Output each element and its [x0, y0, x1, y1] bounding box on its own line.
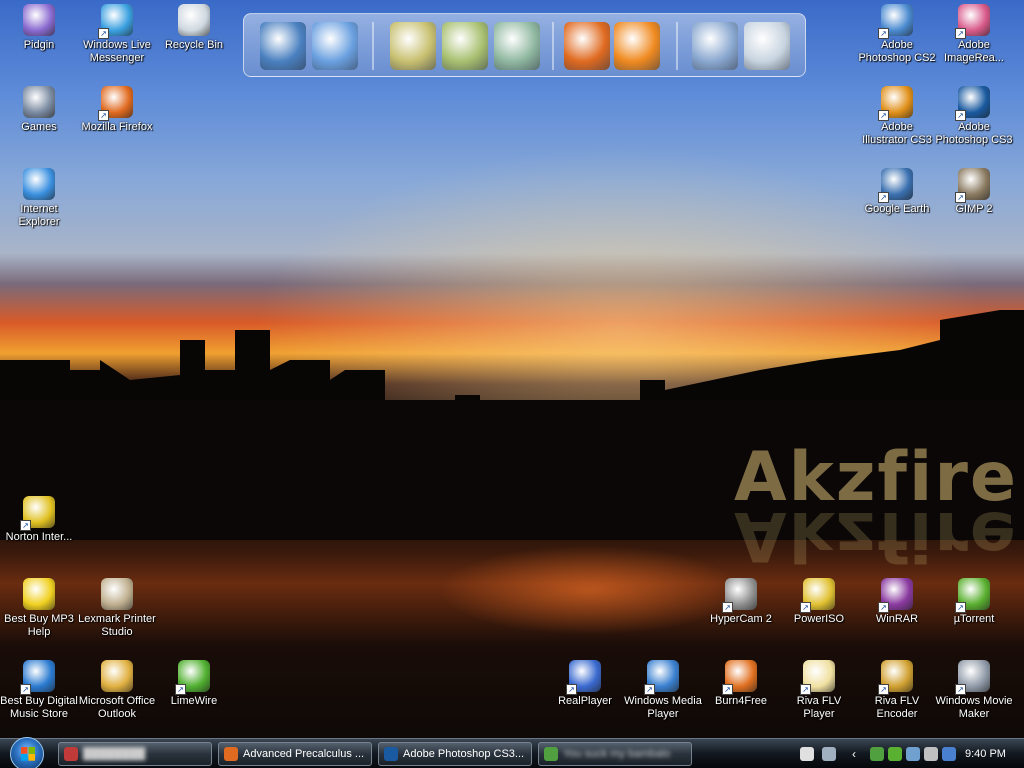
music-store-icon: ↗	[20, 660, 55, 695]
recycle-bin-icon[interactable]	[744, 22, 790, 70]
dock-separator	[676, 22, 678, 70]
chevron-left-icon[interactable]: ‹	[852, 747, 866, 761]
desktop-icon-pidgin[interactable]: Pidgin	[0, 4, 78, 52]
photoshop-cs2-icon: ↗	[878, 4, 913, 39]
app-icon	[64, 747, 78, 761]
pidgin-icon	[23, 4, 55, 36]
firefox-icon[interactable]	[564, 22, 610, 70]
help-icon[interactable]	[800, 747, 814, 761]
taskbar-clock[interactable]: 9:40 PM	[965, 739, 1006, 768]
quick-launch-dock	[243, 13, 806, 77]
control-panel-icon[interactable]	[312, 22, 358, 70]
taskbar: ████████ Advanced Precalculus ... Adobe …	[0, 737, 1024, 768]
desktop-icon-games[interactable]: Games	[0, 86, 78, 134]
desktop-icon-hypercam[interactable]: ↗ HyperCam 2	[702, 578, 780, 626]
illustrator-icon: ↗	[878, 86, 913, 121]
messenger-tray-icon[interactable]	[870, 747, 884, 761]
taskbar-button-firefox[interactable]: Advanced Precalculus ...	[218, 742, 372, 766]
desktop-icon-realplayer[interactable]: ↗ RealPlayer	[546, 660, 624, 708]
start-button[interactable]	[10, 737, 44, 768]
google-earth-icon: ↗	[878, 168, 913, 203]
recycle-bin-icon	[178, 4, 210, 36]
desktop-icon-internet-explorer[interactable]: Internet Explorer	[0, 168, 78, 229]
burn4free-icon: ↗	[722, 660, 757, 695]
media-player-icon: ↗	[644, 660, 679, 695]
desktop-icon-illustrator[interactable]: ↗ Adobe Illustrator CS3	[858, 86, 936, 147]
desktop-icon-recycle-bin[interactable]: Recycle Bin	[155, 4, 233, 52]
utorrent-tray-icon[interactable]	[888, 747, 902, 761]
desktop-icon-movie-maker[interactable]: ↗ Windows Movie Maker	[935, 660, 1013, 721]
winrar-icon: ↗	[878, 578, 913, 613]
realplayer-icon: ↗	[566, 660, 601, 695]
poweriso-icon: ↗	[800, 578, 835, 613]
music-folder-icon[interactable]	[494, 22, 540, 70]
riva-player-icon: ↗	[800, 660, 835, 695]
taskbar-button-blurred-app[interactable]: ████████	[58, 742, 212, 766]
norton-icon: ↗	[20, 496, 55, 531]
imageready-icon: ↗	[955, 4, 990, 39]
utorrent-icon: ↗	[955, 578, 990, 613]
firefox-icon: ↗	[98, 86, 133, 121]
desktop-icon-bestbuy-mp3[interactable]: Best Buy MP3 Help	[0, 578, 78, 639]
desktop-icon-winrar[interactable]: ↗ WinRAR	[858, 578, 936, 626]
media-player-icon[interactable]	[614, 22, 660, 70]
desktop-icon-imageready[interactable]: ↗ Adobe ImageRea...	[935, 4, 1013, 65]
desktop-icon-utorrent[interactable]: ↗ µTorrent	[935, 578, 1013, 626]
desktop-icon-limewire[interactable]: ↗ LimeWire	[155, 660, 233, 708]
pictures-folder-icon[interactable]	[442, 22, 488, 70]
desktop-icon-riva-encoder[interactable]: ↗ Riva FLV Encoder	[858, 660, 936, 721]
network-icon[interactable]	[822, 747, 836, 761]
bestbuy-icon	[23, 578, 55, 610]
desktop-icon-photoshop-cs3[interactable]: ↗ Adobe Photoshop CS3	[935, 86, 1013, 147]
antivirus-tray-icon[interactable]	[924, 747, 938, 761]
outlook-icon	[101, 660, 133, 692]
desktop-icon-media-player[interactable]: ↗ Windows Media Player	[624, 660, 702, 721]
desktop-icon-riva-player[interactable]: ↗ Riva FLV Player	[780, 660, 858, 721]
desktop-icon-norton[interactable]: ↗ Norton Inter...	[0, 496, 78, 544]
games-icon	[23, 86, 55, 118]
gimp-icon: ↗	[955, 168, 990, 203]
limewire-icon: ↗	[175, 660, 210, 695]
lexmark-icon	[101, 578, 133, 610]
desktop-icon-google-earth[interactable]: ↗ Google Earth	[858, 168, 936, 216]
desktop-icon-burn4free[interactable]: ↗ Burn4Free	[702, 660, 780, 708]
taskbar-button-photoshop[interactable]: Adobe Photoshop CS3...	[378, 742, 532, 766]
pidgin-tray-icon[interactable]	[906, 747, 920, 761]
dock-separator	[372, 22, 374, 70]
desktop-icon-poweriso[interactable]: ↗ PowerISO	[780, 578, 858, 626]
documents-folder-icon[interactable]	[390, 22, 436, 70]
hypercam-icon: ↗	[722, 578, 757, 613]
desktop-icon-firefox[interactable]: ↗ Mozilla Firefox	[78, 86, 156, 134]
desktop-icon-outlook[interactable]: Microsoft Office Outlook	[78, 660, 156, 721]
messenger-icon: ↗	[98, 4, 133, 39]
my-computer-icon[interactable]	[260, 22, 306, 70]
desktop-icon-messenger[interactable]: ↗ Windows Live Messenger	[78, 4, 156, 65]
desktop-icon-gimp[interactable]: ↗ GIMP 2	[935, 168, 1013, 216]
dock-separator	[552, 22, 554, 70]
riva-encoder-icon: ↗	[878, 660, 913, 695]
photoshop-icon	[384, 747, 398, 761]
firefox-icon	[224, 747, 238, 761]
photoshop-cs3-icon: ↗	[955, 86, 990, 121]
desktop-icon-photoshop-cs2[interactable]: ↗ Adobe Photoshop CS2	[858, 4, 936, 65]
settings-gear-icon[interactable]	[692, 22, 738, 70]
movie-maker-icon: ↗	[955, 660, 990, 695]
display-tray-icon[interactable]	[942, 747, 956, 761]
taskbar-button-messenger[interactable]: You suck my bambalo	[538, 742, 692, 766]
messenger-icon	[544, 747, 558, 761]
internet-explorer-icon	[23, 168, 55, 200]
wallpaper-watermark-reflection: Akzfire	[734, 496, 1018, 575]
desktop-icon-music-store[interactable]: ↗ Best Buy Digital Music Store	[0, 660, 78, 721]
desktop-icon-lexmark[interactable]: Lexmark Printer Studio	[78, 578, 156, 639]
